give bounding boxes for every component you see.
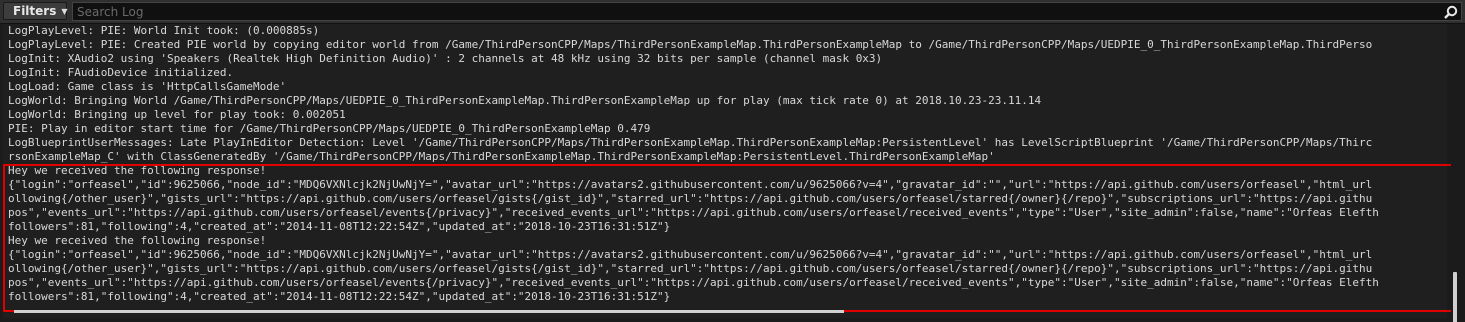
log-line: {"login":"orfeasel","id":9625066,"node_i… [8, 248, 1373, 261]
log-line: PIE: Play in editor start time for /Game… [8, 122, 651, 135]
log-line: LogWorld: Bringing World /Game/ThirdPers… [8, 94, 1042, 107]
log-line: ollowing{/other_user}","gists_url":"http… [8, 192, 1373, 205]
log-line: LogBlueprintUserMessages: Late PlayInEdi… [8, 136, 1373, 149]
log-line: LogInit: FAudioDevice initialized. [8, 66, 234, 79]
filters-button[interactable]: Filters ▼ [3, 2, 68, 20]
log-line: LogPlayLevel: PIE: World Init took: (0.0… [8, 24, 320, 37]
log-line: pos","events_url":"https://api.github.co… [8, 276, 1379, 289]
search-box[interactable] [72, 2, 1462, 21]
log-line: {"login":"orfeasel","id":9625066,"node_i… [8, 178, 1373, 191]
log-line: ollowing{/other_user}","gists_url":"http… [8, 262, 1373, 275]
search-icon[interactable] [1444, 5, 1458, 19]
log-output-area[interactable]: LogPlayLevel: PIE: World Init took: (0.0… [3, 24, 1447, 318]
output-log-window: Filters ▼ LogPlayLevel: PIE: World Init … [0, 0, 1465, 322]
log-toolbar: Filters ▼ [0, 0, 1465, 24]
chevron-down-icon: ▼ [61, 6, 68, 16]
vertical-scrollbar[interactable] [1451, 24, 1461, 322]
log-line: Hey we received the following response! [8, 164, 267, 177]
filters-label: Filters [13, 4, 57, 18]
search-input[interactable] [73, 3, 1444, 20]
log-line: followers":81,"following":4,"created_at"… [8, 220, 671, 233]
log-line: followers":81,"following":4,"created_at"… [8, 290, 671, 303]
log-line: LogLoad: Game class is 'HttpCallsGameMod… [8, 80, 287, 93]
log-line: Hey we received the following response! [8, 234, 267, 247]
log-line: rsonExampleMap_C' with ClassGeneratedBy … [8, 150, 995, 163]
vertical-scroll-thumb[interactable] [1453, 272, 1457, 322]
log-line: LogWorld: Bringing up level for play too… [8, 108, 346, 121]
horizontal-scroll-thumb[interactable] [14, 310, 844, 313]
log-line: LogPlayLevel: PIE: Created PIE world by … [8, 38, 1373, 51]
log-line: pos","events_url":"https://api.github.co… [8, 206, 1379, 219]
log-line: LogInit: XAudio2 using 'Speakers (Realte… [8, 52, 883, 65]
